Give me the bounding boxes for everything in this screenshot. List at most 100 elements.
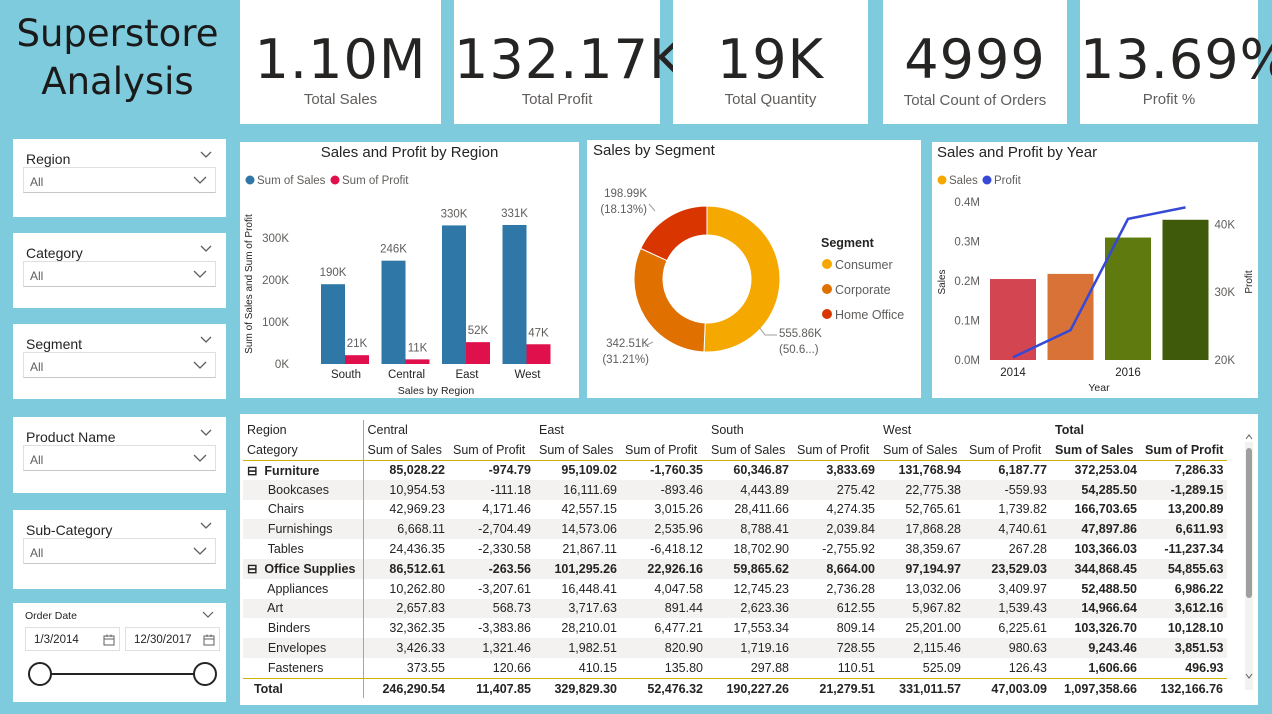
- kpi-total-sales[interactable]: 1.10M Total Sales: [240, 0, 441, 124]
- slicer-region: Region All: [13, 139, 226, 217]
- kpi-total-orders[interactable]: 4999 Total Count of Orders: [883, 0, 1067, 124]
- cell-value: 38,359.67: [905, 542, 961, 557]
- subcategory-row: Fasteners 373.55 120.66 410.15 135.80 297.88 1…: [243, 657, 1227, 678]
- profit-data-label: 21K: [347, 338, 368, 350]
- chevron-down-icon[interactable]: [202, 611, 214, 619]
- cell-value: 101,295.26: [535, 558, 621, 579]
- chart-sales-segment[interactable]: Sales by Segment 555.86K (50.6...) 342.51K…: [587, 140, 921, 398]
- subcategory-row-header: Binders: [247, 621, 311, 636]
- cell-value: 372,253.04: [1074, 463, 1137, 478]
- column-header-measure: Sum of Profit: [449, 440, 535, 461]
- y-tick-label: 300K: [262, 233, 289, 245]
- subcategory-row: Furnishings 6,668.11 -2,704.49 14,573.06 2,5…: [243, 519, 1228, 540]
- cell-value: 10,262.80: [362, 578, 449, 599]
- category-row: ⊟ Office Supplies 86,512.61 -263.56 101,295…: [243, 558, 1228, 579]
- vertical-scrollbar[interactable]: [1245, 442, 1253, 690]
- subcategory-row: Envelopes 3,426.33 1,321.46 1,982.51 820.90 1…: [243, 638, 1228, 658]
- date-range-start-handle[interactable]: [28, 662, 52, 686]
- column-header-measure: Sum of Sales: [1051, 440, 1141, 461]
- chevron-down-icon[interactable]: [199, 332, 213, 346]
- cell-value: 23,529.03: [965, 558, 1051, 579]
- legend-sales-marker: [245, 175, 255, 185]
- cell-value: 10,954.53: [362, 479, 449, 500]
- cell-value: 1,606.66: [1088, 660, 1137, 675]
- chevron-down-icon[interactable]: [199, 518, 213, 532]
- kpi-value: 19K: [716, 28, 825, 91]
- column-header-spacer: [793, 420, 879, 440]
- chart-sales-profit-region[interactable]: Sales and Profit by Region Sum of Sales S…: [240, 142, 579, 398]
- cell-value: 135.80: [664, 660, 703, 675]
- column-header-region: East: [539, 423, 565, 437]
- kpi-value: 1.10M: [254, 28, 427, 91]
- column-header-measure: Sum of Sales: [879, 440, 965, 461]
- scrollbar-thumb[interactable]: [1246, 448, 1252, 598]
- kpi-profit-pct[interactable]: 13.69% Profit %: [1080, 0, 1272, 124]
- x-tick-label: East: [455, 369, 479, 381]
- legend-profit-marker: [330, 175, 340, 185]
- slicer-label: Product Name: [26, 429, 116, 445]
- cell-value: 2,736.28: [826, 581, 875, 596]
- cell-value: 60,346.87: [733, 463, 789, 478]
- legend-profit-marker: [982, 175, 992, 185]
- cell-value: 54,285.50: [1051, 479, 1141, 500]
- cell-value: 52,488.50: [1081, 581, 1137, 596]
- start-date-input[interactable]: 1/3/2014: [25, 627, 120, 651]
- segment-donut-chart: 555.86K (50.6...) 342.51K (31.21%) 198.99K (1…: [600, 188, 904, 366]
- cell-value: -974.79: [488, 463, 531, 478]
- cell-value: 728.55: [793, 638, 879, 658]
- chevron-down-icon[interactable]: [199, 241, 213, 255]
- date-range-end-handle[interactable]: [193, 662, 217, 686]
- category-row-header[interactable]: ⊟ Office Supplies: [243, 558, 363, 579]
- profit-bar: [405, 359, 430, 364]
- category-dropdown[interactable]: All: [23, 261, 216, 287]
- cell-value: 24,436.35: [362, 539, 449, 559]
- slicer-sub-category: Sub-Category All: [13, 510, 226, 589]
- end-date-input[interactable]: 12/30/2017: [125, 627, 220, 651]
- chevron-down-icon: [193, 270, 207, 278]
- slicer-category: Category All: [13, 233, 226, 308]
- column-header-region: South: [711, 423, 744, 437]
- cell-value: 13,032.06: [905, 581, 961, 596]
- cell-value: 86,512.61: [362, 558, 449, 579]
- y2-tick-label: 30K: [1215, 287, 1236, 299]
- total-cell-value: 11,407.85: [449, 678, 535, 699]
- calendar-icon[interactable]: [103, 634, 115, 646]
- cell-value: 3,851.53: [1141, 638, 1228, 658]
- chart-sales-profit-year[interactable]: Sales and Profit by Year Sales Profit 0.0M…: [932, 142, 1258, 398]
- cell-value: 8,664.00: [793, 558, 879, 579]
- column-header-measure: Sum of Profit: [965, 440, 1051, 461]
- scroll-up-icon[interactable]: [1245, 434, 1253, 440]
- kpi-total-profit[interactable]: 132.17K Total Profit: [454, 0, 684, 124]
- chevron-down-icon[interactable]: [199, 425, 213, 439]
- slicer-label: Segment: [26, 336, 83, 352]
- total-cell-value: 21,279.51: [793, 678, 879, 699]
- category-row-header[interactable]: ⊟ Furniture: [243, 460, 363, 480]
- column-header-spacer: [449, 420, 535, 440]
- title-line-2: Analysis: [41, 60, 194, 103]
- calendar-icon[interactable]: [203, 634, 215, 646]
- product-name-dropdown[interactable]: All: [23, 445, 216, 471]
- column-header-region: West: [883, 423, 912, 437]
- kpi-total-quantity[interactable]: 19K Total Quantity: [673, 0, 868, 124]
- slicer-label: Sub-Category: [26, 522, 113, 538]
- cell-value: 3,409.97: [998, 581, 1047, 596]
- cell-value: -2,704.49: [449, 519, 535, 540]
- scroll-down-icon[interactable]: [1245, 673, 1253, 679]
- region-dropdown[interactable]: All: [23, 167, 216, 193]
- chevron-down-icon[interactable]: [199, 147, 213, 161]
- x-axis-title: Sales by Region: [398, 385, 475, 397]
- legend-marker: [822, 259, 832, 269]
- cell-value: -2,755.92: [822, 542, 875, 557]
- region-bar-chart: Sum of Sales Sum of Profit 0K 100K 200K 300K S…: [244, 175, 551, 397]
- segment-dropdown[interactable]: All: [23, 352, 216, 378]
- y-tick-label: 0.3M: [954, 237, 980, 249]
- cell-value: 6,225.61: [998, 621, 1047, 636]
- cell-value: 9,243.46: [1051, 638, 1141, 658]
- cell-value: 1,321.46: [449, 638, 535, 658]
- profit-bar: [466, 342, 490, 364]
- sub-category-dropdown[interactable]: All: [23, 538, 216, 564]
- y2-tick-label: 20K: [1215, 355, 1236, 367]
- cell-value: 1,739.82: [998, 502, 1047, 517]
- year-combo-chart: Sales Profit 0.0M 0.1M 0.2M 0.3M 0.4M 20K 30K 40K…: [937, 175, 1255, 394]
- cell-value: -2,330.58: [478, 542, 531, 557]
